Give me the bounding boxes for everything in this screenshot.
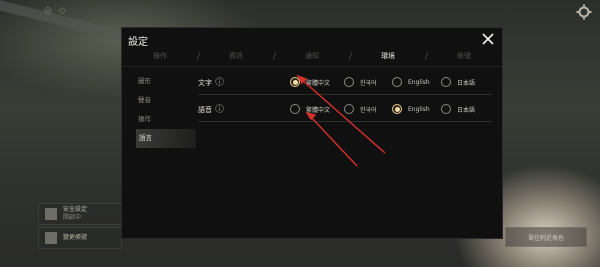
annotation-arrow [309,115,358,167]
annotation-arrowhead [305,111,317,121]
annotation-arrows [296,74,386,167]
